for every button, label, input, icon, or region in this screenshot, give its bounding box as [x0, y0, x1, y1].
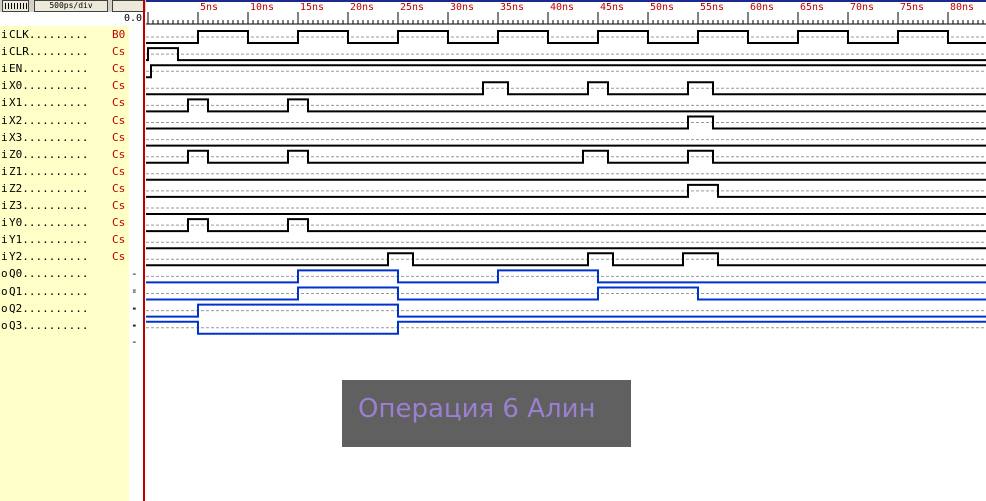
signal-name: EN..........	[9, 62, 89, 76]
signal-direction: i	[1, 45, 8, 59]
signal-value: Cs	[112, 250, 126, 264]
tick-label: 25ns	[400, 2, 424, 13]
time-cursor[interactable]	[143, 0, 145, 501]
signal-name: Q2..........	[9, 301, 89, 315]
signal-row[interactable]: i X1.......... Cs	[0, 95, 146, 111]
signal-value: Cs	[112, 79, 126, 93]
signal-row[interactable]: i EN.......... Cs	[0, 61, 146, 77]
signal-marker: --	[131, 318, 138, 348]
timescale-button[interactable]: 500ps/div	[34, 0, 108, 12]
tick-label: 80ns	[950, 2, 974, 13]
watermark-text: Операция 6 Алин	[358, 394, 596, 424]
signal-direction: i	[1, 62, 8, 76]
tick-label: 70ns	[850, 2, 874, 13]
signal-row[interactable]: i X0.......... Cs	[0, 78, 146, 94]
signal-row[interactable]: i X2.......... Cs	[0, 113, 146, 129]
signal-value: Cs	[112, 45, 126, 59]
signal-row[interactable]: i Z0.......... Cs	[0, 147, 146, 163]
tick-label: 15ns	[300, 2, 324, 13]
toolbar: 500ps/div	[0, 0, 146, 12]
tick-label: 35ns	[500, 2, 524, 13]
signal-direction: i	[1, 130, 8, 144]
signal-name: Y0..........	[9, 216, 89, 230]
signal-value: Cs	[112, 96, 126, 110]
signal-row[interactable]: i CLR......... Cs	[0, 44, 146, 60]
signal-value: Cs	[112, 181, 126, 195]
signal-name: CLR.........	[9, 45, 89, 59]
signal-name: X2..........	[9, 113, 89, 127]
signal-row[interactable]: o Q3.......... --	[0, 318, 146, 348]
signal-value: Cs	[112, 62, 126, 76]
signal-row[interactable]: i CLK......... B0	[0, 27, 146, 43]
signal-direction: i	[1, 79, 8, 93]
signal-value: Cs	[112, 147, 126, 161]
signal-row[interactable]: i Y2.......... Cs	[0, 249, 146, 265]
tick-label: 40ns	[550, 2, 574, 13]
signal-row[interactable]: i Z2.......... Cs	[0, 181, 146, 197]
signal-direction: i	[1, 147, 8, 161]
signal-row[interactable]: i Y1.......... Cs	[0, 232, 146, 248]
signal-name: Q3..........	[9, 318, 89, 332]
time-origin-label: 0.0	[123, 13, 142, 24]
signal-value: Cs	[112, 113, 126, 127]
signal-value: Cs	[112, 199, 126, 212]
signal-direction: i	[1, 181, 8, 195]
signal-name: Z3..........	[9, 199, 89, 212]
signal-direction: i	[1, 113, 8, 127]
ruler-icon[interactable]	[2, 0, 29, 12]
signal-value: Cs	[112, 216, 126, 230]
tick-label: 50ns	[650, 2, 674, 13]
tick-label: 65ns	[800, 2, 824, 13]
signal-direction: i	[1, 164, 8, 178]
signal-row[interactable]: o Q2.......... --	[0, 301, 146, 331]
signal-name: Y2..........	[9, 250, 89, 264]
signal-row[interactable]: o Q0.......... --	[0, 266, 146, 296]
tick-label: 45ns	[600, 2, 624, 13]
grid-icon[interactable]	[112, 0, 144, 12]
signal-name: Q0..........	[9, 267, 89, 281]
signal-value: Cs	[112, 233, 126, 247]
signal-row[interactable]: i Z1.......... Cs	[0, 164, 146, 180]
signal-name: Z0..........	[9, 147, 89, 161]
signal-name: CLK.........	[9, 28, 89, 41]
signal-direction: o	[1, 284, 8, 298]
watermark-overlay: Операция 6 Алин	[342, 380, 631, 447]
tick-label: 60ns	[750, 2, 774, 13]
tick-label: 30ns	[450, 2, 474, 13]
tick-label: 75ns	[900, 2, 924, 13]
signal-value: Cs	[112, 130, 126, 144]
signal-row[interactable]: i X3.......... Cs	[0, 130, 146, 146]
tick-label: 55ns	[700, 2, 724, 13]
signal-name: Y1..........	[9, 233, 89, 247]
timeline-ruler: 5ns 10ns 15ns 20ns 25ns 30ns 35ns 40ns 45ns 50ns 5…	[146, 2, 986, 25]
signal-row[interactable]: i Z3.......... Cs	[0, 198, 146, 214]
signal-direction: i	[1, 28, 8, 41]
signal-direction: o	[1, 267, 8, 281]
signal-direction: i	[1, 250, 8, 264]
signal-name: X0..........	[9, 79, 89, 93]
signal-value: Cs	[112, 164, 126, 178]
signal-name: Z1..........	[9, 164, 89, 178]
signal-direction: i	[1, 199, 8, 212]
signal-name: X3..........	[9, 130, 89, 144]
signal-value: B0	[112, 28, 126, 41]
signal-direction: i	[1, 96, 8, 110]
signal-name: X1..........	[9, 96, 89, 110]
tick-label: 20ns	[350, 2, 374, 13]
signal-direction: i	[1, 216, 8, 230]
signal-name: Q1..........	[9, 284, 89, 298]
tick-label: 10ns	[250, 2, 274, 13]
signal-direction: o	[1, 301, 8, 315]
signal-direction: o	[1, 318, 8, 332]
signal-row[interactable]: o Q1.......... --	[0, 284, 146, 314]
signal-row[interactable]: i Y0.......... Cs	[0, 215, 146, 231]
signal-name: Z2..........	[9, 181, 89, 195]
tick-label: 5ns	[200, 2, 218, 13]
signal-direction: i	[1, 233, 8, 247]
